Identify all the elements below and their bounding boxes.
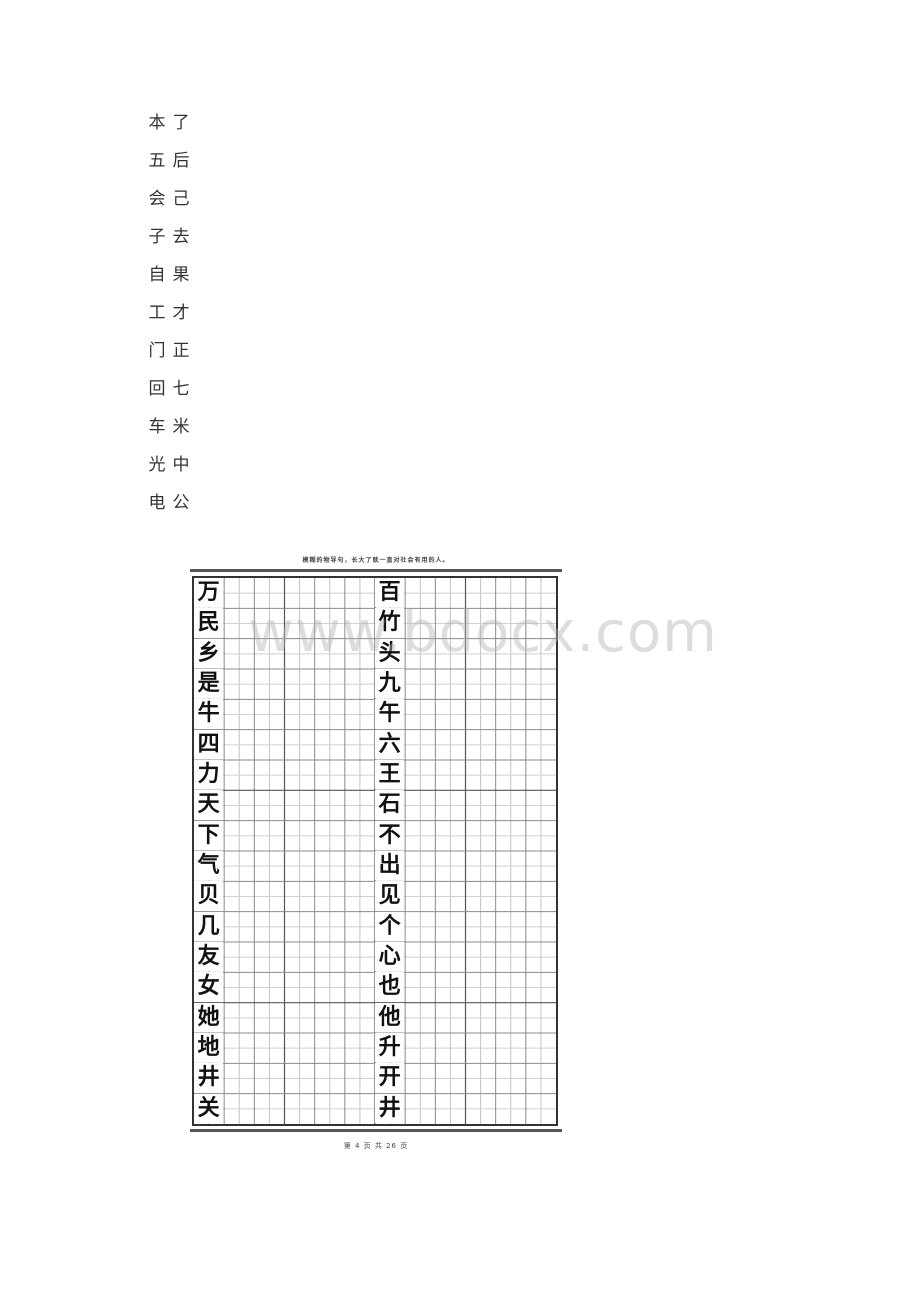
model-character: 女	[194, 972, 224, 1002]
model-character: 井	[375, 1093, 405, 1123]
model-character: 下	[194, 820, 224, 850]
model-character: 也	[375, 972, 405, 1002]
footer-rule	[190, 1129, 562, 1132]
character: 工	[148, 303, 166, 323]
character-pair: 车米	[148, 415, 190, 453]
character: 电	[148, 493, 166, 513]
character-pair-list: 本了五后会己子去自果工才门正回七车米光中电公	[148, 111, 190, 529]
model-character: 见	[375, 881, 405, 911]
writing-practice-sheet: 模糊的物导句，长大了就一直对社会有用的人。 万民乡是牛四力天下气贝几友女她地井关…	[190, 555, 562, 1151]
character-pair: 电公	[148, 491, 190, 529]
model-character: 他	[375, 1002, 405, 1032]
model-character: 天	[194, 790, 224, 820]
model-character: 力	[194, 760, 224, 790]
model-character: 贝	[194, 881, 224, 911]
character-pair: 本了	[148, 111, 190, 149]
character-pair: 工才	[148, 301, 190, 339]
character: 子	[148, 227, 166, 247]
character: 光	[148, 455, 166, 475]
character: 自	[148, 265, 166, 285]
sheet-header-quote: 模糊的物导句，长大了就一直对社会有用的人。	[302, 557, 450, 564]
character-grid: 万民乡是牛四力天下气贝几友女她地井关百竹头九午六王石不出见个心也他升开井	[192, 576, 558, 1126]
model-character: 友	[194, 942, 224, 972]
character-pair: 回七	[148, 377, 190, 415]
model-character: 石	[375, 790, 405, 820]
model-character: 六	[375, 729, 405, 759]
model-character: 王	[375, 760, 405, 790]
model-character: 不	[375, 820, 405, 850]
character: 公	[172, 493, 190, 513]
model-character: 乡	[194, 638, 224, 668]
character: 米	[172, 417, 190, 437]
model-character: 升	[375, 1033, 405, 1063]
character: 去	[172, 227, 190, 247]
model-character: 开	[375, 1063, 405, 1093]
character: 车	[148, 417, 166, 437]
character-pair: 光中	[148, 453, 190, 491]
model-character: 四	[194, 729, 224, 759]
model-character: 关	[194, 1093, 224, 1123]
model-character: 竹	[375, 608, 405, 638]
character-pair: 五后	[148, 149, 190, 187]
model-character: 百	[375, 578, 405, 608]
character: 五	[148, 151, 166, 171]
model-character: 牛	[194, 699, 224, 729]
model-character: 个	[375, 911, 405, 941]
character: 己	[172, 189, 190, 209]
character: 回	[148, 379, 166, 399]
character: 果	[172, 265, 190, 285]
model-character: 午	[375, 699, 405, 729]
model-character: 是	[194, 669, 224, 699]
model-character: 九	[375, 669, 405, 699]
model-character: 几	[194, 911, 224, 941]
character: 本	[148, 113, 166, 133]
character-pair: 子去	[148, 225, 190, 263]
model-character: 头	[375, 638, 405, 668]
character: 中	[172, 455, 190, 475]
character: 会	[148, 189, 166, 209]
character-pair: 会己	[148, 187, 190, 225]
model-character: 出	[375, 851, 405, 881]
model-character: 心	[375, 942, 405, 972]
character: 后	[172, 151, 190, 171]
page-number: 第 4 页 共 26 页	[343, 1142, 409, 1150]
model-character: 民	[194, 608, 224, 638]
model-character: 地	[194, 1033, 224, 1063]
model-character: 她	[194, 1002, 224, 1032]
character: 了	[172, 113, 190, 133]
model-character: 气	[194, 851, 224, 881]
character: 门	[148, 341, 166, 361]
model-character: 井	[194, 1063, 224, 1093]
character: 七	[172, 379, 190, 399]
character-pair: 门正	[148, 339, 190, 377]
header-rule	[190, 569, 562, 572]
model-character: 万	[194, 578, 224, 608]
character: 正	[172, 341, 190, 361]
character: 才	[172, 303, 190, 323]
character-pair: 自果	[148, 263, 190, 301]
